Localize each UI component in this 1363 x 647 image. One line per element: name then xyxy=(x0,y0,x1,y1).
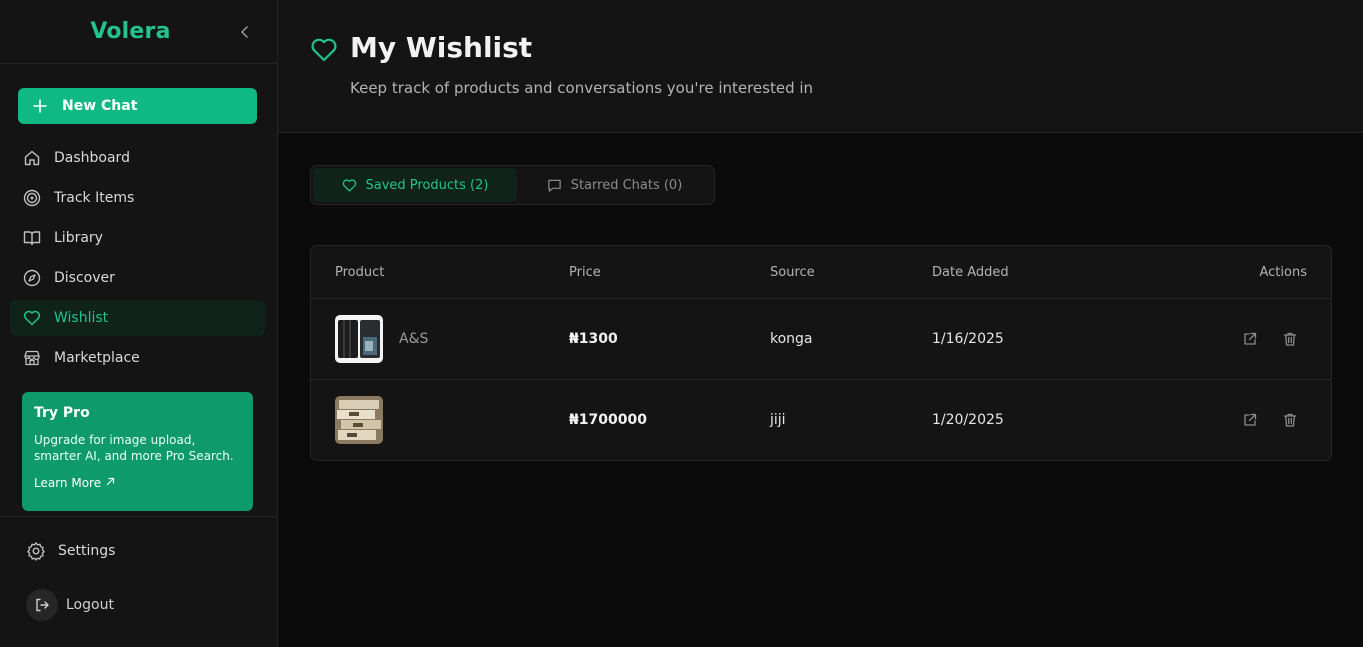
heart-icon xyxy=(22,308,42,328)
arrow-up-right-icon xyxy=(106,477,115,489)
wishlist-table: Product Price Source Date Added Actions xyxy=(310,245,1332,461)
tab-starred-chats[interactable]: Starred Chats (0) xyxy=(517,168,712,202)
sidebar-item-marketplace[interactable]: Marketplace xyxy=(10,340,265,376)
column-header-date-added: Date Added xyxy=(932,265,1009,280)
sidebar-item-track-items[interactable]: Track Items xyxy=(10,180,265,216)
external-link-icon[interactable] xyxy=(1241,411,1259,429)
page-header: My Wishlist Keep track of products and c… xyxy=(278,0,1363,133)
product-name[interactable]: A&S xyxy=(399,331,428,347)
page-title: My Wishlist xyxy=(350,31,533,64)
product-price: ₦1300 xyxy=(569,331,618,347)
product-source: jiji xyxy=(770,412,786,428)
column-header-price: Price xyxy=(569,265,601,280)
sidebar-item-label: Wishlist xyxy=(54,310,109,326)
sidebar-item-label: Discover xyxy=(54,270,115,286)
new-chat-button[interactable]: New Chat xyxy=(18,88,257,124)
heart-icon xyxy=(310,36,338,64)
chat-bubble-icon xyxy=(547,177,563,193)
table-row: A&S ₦1300 konga 1/16/2025 xyxy=(311,299,1331,380)
sidebar-item-label: Library xyxy=(54,230,103,246)
sidebar-item-discover[interactable]: Discover xyxy=(10,260,265,296)
brand-logo: Volera xyxy=(90,19,171,44)
gear-icon xyxy=(24,539,48,563)
sidebar-item-wishlist[interactable]: Wishlist xyxy=(10,300,265,336)
pro-card-title: Try Pro xyxy=(34,405,90,421)
learn-more-link[interactable]: Learn More xyxy=(34,476,241,490)
sidebar-item-label: Track Items xyxy=(54,190,135,206)
product-thumbnail[interactable] xyxy=(335,315,383,363)
try-pro-card: Try Pro Upgrade for image upload, smarte… xyxy=(22,392,253,511)
tab-label: Starred Chats (0) xyxy=(570,177,683,193)
settings-button[interactable]: Settings xyxy=(24,533,115,569)
logout-button[interactable]: Logout xyxy=(26,589,114,621)
table-row: ₦1700000 jiji 1/20/2025 xyxy=(311,380,1331,461)
page-subtitle: Keep track of products and conversations… xyxy=(350,79,814,97)
tab-saved-products[interactable]: Saved Products (2) xyxy=(313,168,517,202)
sidebar-item-label: Dashboard xyxy=(54,150,130,166)
logout-icon xyxy=(26,589,58,621)
column-header-product: Product xyxy=(335,265,385,280)
product-thumbnail[interactable] xyxy=(335,396,383,444)
column-header-source: Source xyxy=(770,265,815,280)
tab-label: Saved Products (2) xyxy=(365,177,489,193)
product-source: konga xyxy=(770,331,813,347)
plus-icon xyxy=(32,98,48,114)
product-price: ₦1700000 xyxy=(569,412,647,428)
table-header: Product Price Source Date Added Actions xyxy=(311,246,1331,299)
wishlist-tabs: Saved Products (2) Starred Chats (0) xyxy=(310,165,715,205)
sidebar-item-dashboard[interactable]: Dashboard xyxy=(10,140,265,176)
logout-label: Logout xyxy=(66,597,114,613)
sidebar-nav: Dashboard Track Items Library Discover W… xyxy=(10,140,265,380)
store-icon xyxy=(22,348,42,368)
pro-card-description: Upgrade for image upload, smarter AI, an… xyxy=(34,433,234,463)
new-chat-label: New Chat xyxy=(62,98,138,114)
sidebar-item-library[interactable]: Library xyxy=(10,220,265,256)
collapse-sidebar-icon[interactable] xyxy=(235,22,255,42)
sidebar-item-label: Marketplace xyxy=(54,350,140,366)
book-icon xyxy=(22,228,42,248)
compass-icon xyxy=(22,268,42,288)
external-link-icon[interactable] xyxy=(1241,330,1259,348)
home-icon xyxy=(22,148,42,168)
heart-icon xyxy=(342,177,358,193)
column-header-actions: Actions xyxy=(1259,265,1308,280)
brand-row: Volera xyxy=(0,0,277,64)
main-content: My Wishlist Keep track of products and c… xyxy=(278,0,1363,647)
trash-icon[interactable] xyxy=(1281,411,1299,429)
trash-icon[interactable] xyxy=(1281,330,1299,348)
target-icon xyxy=(22,188,42,208)
product-date-added: 1/20/2025 xyxy=(932,412,1004,428)
product-date-added: 1/16/2025 xyxy=(932,331,1004,347)
sidebar: Volera New Chat Dashboard Track Items Li… xyxy=(0,0,278,647)
app-root: Volera New Chat Dashboard Track Items Li… xyxy=(0,0,1363,647)
learn-more-label: Learn More xyxy=(34,476,102,490)
settings-label: Settings xyxy=(58,543,116,559)
sidebar-divider xyxy=(0,516,277,517)
